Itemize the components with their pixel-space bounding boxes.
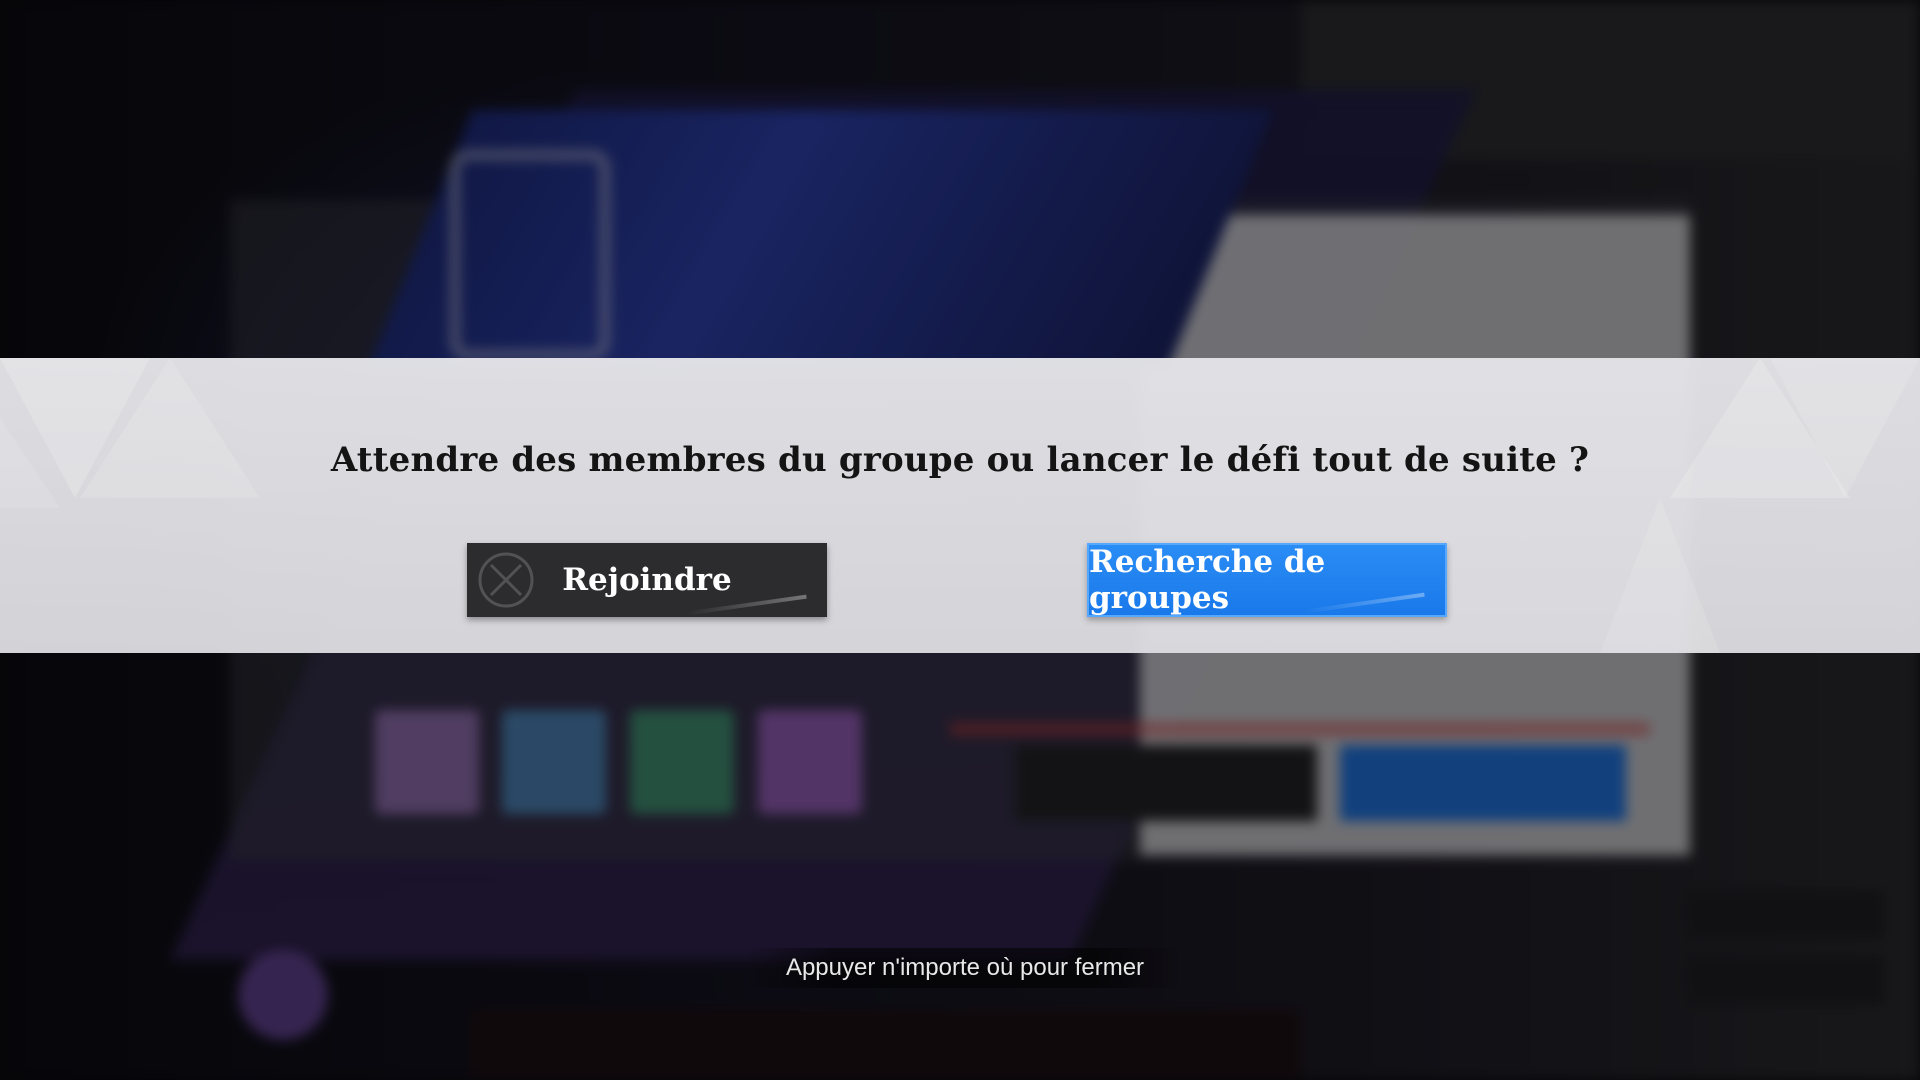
join-button-label: Rejoindre [562, 562, 732, 598]
screen[interactable]: Attendre des membres du groupe ou lancer… [0, 0, 1920, 1080]
join-button[interactable]: Rejoindre [467, 543, 827, 617]
emblem-icon [478, 552, 534, 608]
search-groups-button-label: Recherche de groupes [1089, 544, 1326, 616]
decorative-triangles-right [1600, 358, 1920, 653]
dialog-question: Attendre des membres du groupe ou lancer… [330, 440, 1590, 480]
search-groups-button[interactable]: Recherche de groupes [1087, 543, 1447, 617]
confirm-dialog: Attendre des membres du groupe ou lancer… [0, 358, 1920, 653]
decorative-triangles-left [0, 358, 260, 508]
close-hint[interactable]: Appuyer n'importe où pour fermer [745, 948, 1185, 988]
